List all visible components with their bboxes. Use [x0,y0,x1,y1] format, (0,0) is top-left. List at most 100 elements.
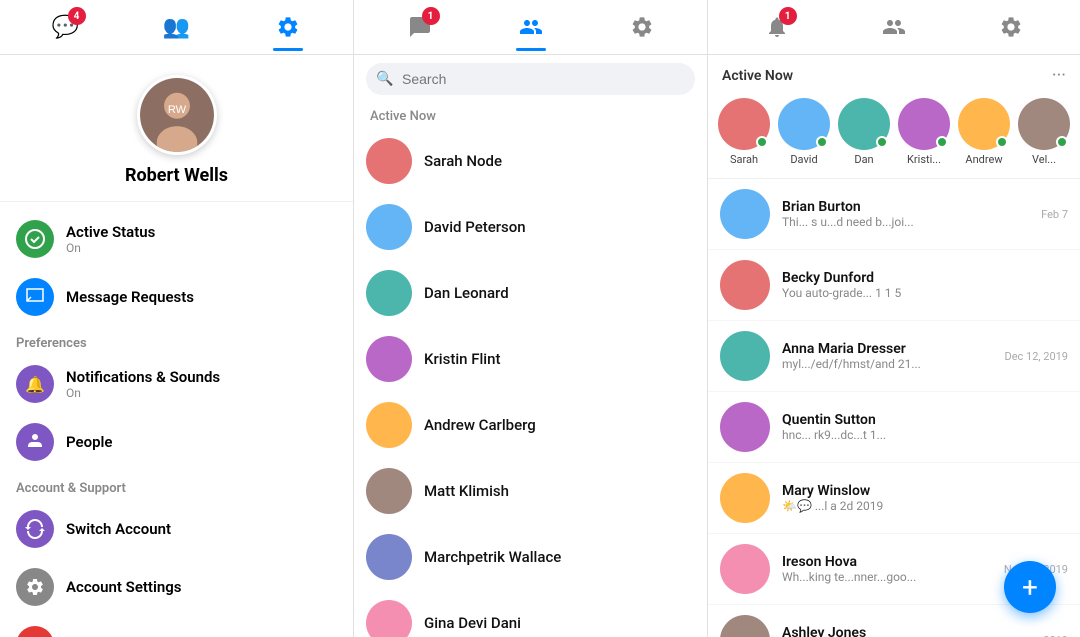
msg-avatar [720,544,770,594]
msg-body: Ireson Hova Wh...king te...nner...goo... [782,554,998,584]
msg-preview: 🌤️💬 ...l a 2d 2019 [782,499,1062,513]
contact-list: Sarah Node David Peterson Dan Leonard Kr… [354,128,707,637]
list-item[interactable]: Gina Devi Dani [354,590,707,637]
contact-avatar [366,402,412,448]
message-item[interactable]: Anna Maria Dresser myl.../ed/f/hmst/and … [708,321,1080,392]
notifications-label: Notifications & Sounds [66,368,220,386]
contact-name: Dan Leonard [424,284,509,302]
list-item[interactable]: Andrew Carlberg [354,392,707,458]
center-nav-chat[interactable]: 1 [396,3,444,51]
right-nav-notif[interactable]: 1 [753,3,801,51]
profile-avatar[interactable]: RW [137,75,217,155]
right-notif-badge: 1 [779,7,797,25]
contact-avatar [366,270,412,316]
people-item[interactable]: People [0,413,353,471]
active-status-item[interactable]: Active Status On [0,210,353,268]
search-icon: 🔍 [376,71,393,87]
contact-avatar [366,600,412,637]
left-panel: 💬 4 👥 RW Robert Wells [0,0,354,637]
active-user-avatar [838,98,890,150]
notifications-sounds-item[interactable]: 🔔 Notifications & Sounds On [0,355,353,413]
switch-account-icon [16,510,54,548]
active-now-title: Active Now [722,68,793,84]
message-item[interactable]: Quentin Sutton hnc... rk9...dc...t 1... [708,392,1080,463]
left-nav: 💬 4 👥 [0,0,353,55]
msg-avatar [720,331,770,381]
profile-section: RW Robert Wells [0,55,353,202]
report-problem-item[interactable]: Report a Problem [0,616,353,637]
message-item[interactable]: Mary Winslow 🌤️💬 ...l a 2d 2019 [708,463,1080,534]
center-nav: 1 [354,0,707,55]
center-nav-people[interactable] [507,3,555,51]
msg-body: Becky Dunford You auto-grade... 1 1 5 [782,270,1062,300]
search-input[interactable] [366,63,695,95]
active-user-name: Kristi... [907,153,941,166]
active-user-name: Andrew [965,153,1002,166]
new-message-fab[interactable]: + [1004,561,1056,613]
list-item[interactable]: Sarah Node [354,128,707,194]
center-nav-settings[interactable] [618,3,666,51]
list-item[interactable]: Marchpetrik Wallace [354,524,707,590]
active-user-item[interactable]: Dan [838,98,890,166]
account-settings-icon [16,568,54,606]
right-nav: 1 [708,0,1080,55]
msg-sender-name: Ireson Hova [782,554,998,570]
message-requests-icon [16,278,54,316]
preferences-label: Preferences [0,326,353,355]
active-now-header: Active Now ··· [708,55,1080,92]
message-item[interactable]: Brian Burton Thi... s u...d need b...joi… [708,179,1080,250]
msg-preview: You auto-grade... 1 1 5 [782,286,1062,300]
account-settings-text: Account Settings [66,578,182,596]
msg-time: Dec 12, 2019 [1004,350,1068,363]
list-item[interactable]: David Peterson [354,194,707,260]
profile-name: Robert Wells [125,165,228,186]
msg-time: 2019 [1043,634,1068,637]
msg-body: Brian Burton Thi... s u...d need b...joi… [782,199,1035,229]
right-nav-settings[interactable] [987,3,1035,51]
msg-preview: Thi... s u...d need b...joi... [782,215,1035,229]
left-menu: Active Status On Message Requests Prefer… [0,202,353,637]
list-item[interactable]: Dan Leonard [354,260,707,326]
msg-preview: myl.../ed/f/hmst/and 21... [782,357,998,371]
msg-sender-name: Becky Dunford [782,270,1062,286]
contact-avatar [366,336,412,382]
chat-badge: 4 [68,7,86,25]
people-label: People [66,433,113,451]
message-requests-item[interactable]: Message Requests [0,268,353,326]
active-user-avatar [778,98,830,150]
msg-avatar [720,402,770,452]
message-item[interactable]: Becky Dunford You auto-grade... 1 1 5 [708,250,1080,321]
settings-icon [276,15,300,39]
contact-name: Matt Klimish [424,482,509,500]
msg-avatar [720,473,770,523]
switch-account-label: Switch Account [66,520,171,538]
right-panel: 1 Active Now ··· Sarah David Dan [708,0,1080,637]
left-nav-chat[interactable]: 💬 4 [42,3,90,51]
account-settings-item[interactable]: Account Settings [0,558,353,616]
contact-name: Marchpetrik Wallace [424,548,561,566]
active-status-label: Active Status [66,223,155,241]
contact-avatar [366,204,412,250]
active-user-item[interactable]: Andrew [958,98,1010,166]
contact-name: Kristin Flint [424,350,500,368]
list-item[interactable]: Matt Klimish [354,458,707,524]
message-requests-label: Message Requests [66,288,194,306]
message-requests-text: Message Requests [66,288,194,306]
center-chat-badge: 1 [422,7,440,25]
active-now-label: Active Now [354,103,707,128]
active-user-item[interactable]: Sarah [718,98,770,166]
more-options-icon[interactable]: ··· [1052,65,1066,86]
people-text: People [66,433,113,451]
switch-account-item[interactable]: Switch Account [0,500,353,558]
active-user-item[interactable]: Vel... [1018,98,1070,166]
active-user-item[interactable]: David [778,98,830,166]
active-status-sub: On [66,241,155,255]
right-nav-people[interactable] [870,3,918,51]
notifications-icon: 🔔 [16,365,54,403]
msg-sender-name: Anna Maria Dresser [782,341,998,357]
active-user-name: Sarah [730,153,758,166]
left-nav-people[interactable]: 👥 [153,3,201,51]
active-user-item[interactable]: Kristi... [898,98,950,166]
list-item[interactable]: Kristin Flint [354,326,707,392]
left-nav-settings[interactable] [264,3,312,51]
